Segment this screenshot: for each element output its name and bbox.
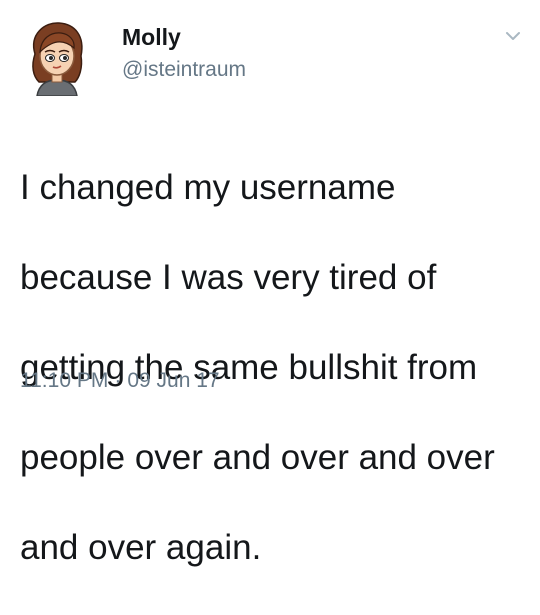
author-name[interactable]: Molly — [122, 23, 181, 51]
chevron-down-icon — [506, 32, 520, 40]
tweet-text-line: because I was very tired of — [20, 258, 437, 297]
tweet-menu-button[interactable] — [501, 26, 525, 46]
tweet-text-line: people over and over and over — [20, 438, 495, 477]
author-handle[interactable]: @isteintraum — [122, 57, 246, 83]
tweet-date: 09 Jun 17 — [127, 369, 220, 392]
tweet-text-line: I changed my username — [20, 168, 396, 207]
tweet-card: Molly @isteintraum I changed my username… — [0, 0, 540, 567]
tweet-text-line: and over again. — [20, 528, 262, 567]
avatar[interactable] — [17, 16, 97, 97]
meta-separator: · — [114, 369, 122, 392]
tweet-timestamp[interactable]: 11:10 PM · 09 Jun 17 — [20, 368, 220, 394]
bitmoji-avatar-icon — [32, 22, 83, 97]
tweet-time: 11:10 PM — [20, 369, 109, 392]
